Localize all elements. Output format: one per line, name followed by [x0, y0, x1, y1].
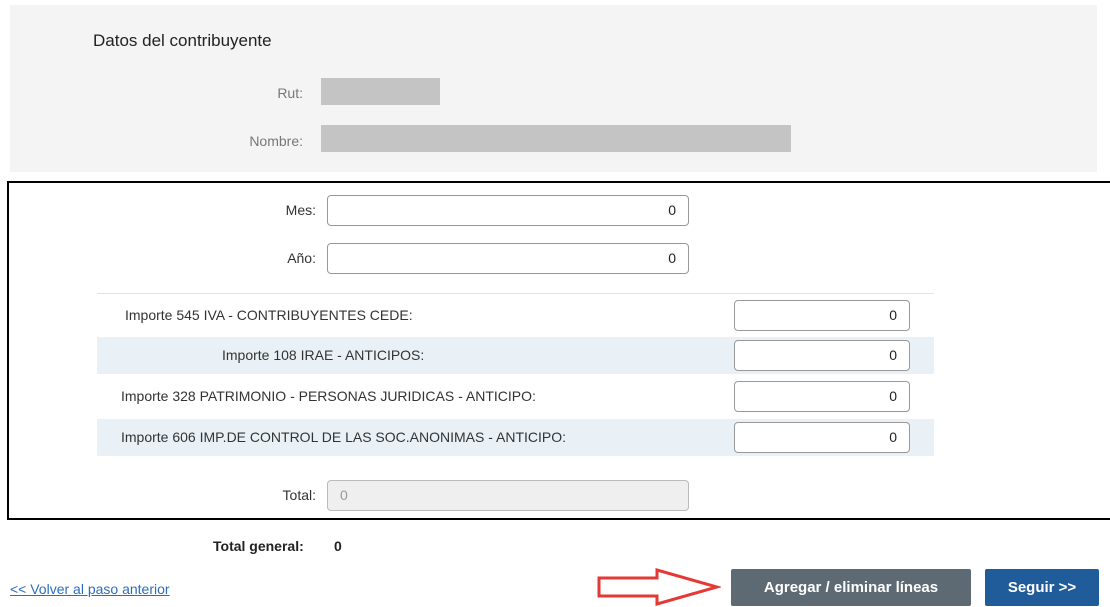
row-label: Importe 328 PATRIMONIO - PERSONAS JURIDI…: [121, 388, 536, 404]
anio-input[interactable]: 0: [327, 243, 689, 274]
total-general-label: Total general:: [213, 538, 304, 554]
rut-value-redacted: [321, 78, 440, 105]
mes-input[interactable]: 0: [327, 195, 689, 226]
nombre-value-redacted: [321, 125, 791, 152]
importe-328-input[interactable]: 0: [734, 381, 910, 412]
row-label: Importe 108 IRAE - ANTICIPOS:: [222, 347, 425, 363]
red-arrow-icon: [597, 568, 721, 606]
row-label: Importe 545 IVA - CONTRIBUYENTES CEDE:: [125, 307, 413, 323]
total-field: 0: [327, 480, 689, 511]
add-remove-lines-button[interactable]: Agregar / eliminar líneas: [731, 569, 971, 606]
total-label: Total:: [282, 487, 316, 503]
next-button[interactable]: Seguir >>: [985, 569, 1099, 606]
importe-108-input[interactable]: 0: [734, 340, 910, 371]
importe-606-input[interactable]: 0: [734, 422, 910, 453]
taxpayer-panel-title: Datos del contribuyente: [93, 31, 272, 50]
table-row: Importe 545 IVA - CONTRIBUYENTES CEDE: 0: [97, 297, 934, 334]
table-row: Importe 606 IMP.DE CONTROL DE LAS SOC.AN…: [97, 419, 934, 456]
anio-label: Año:: [287, 250, 316, 266]
rut-label: Rut:: [277, 85, 303, 101]
mes-label: Mes:: [285, 202, 316, 218]
table-row: Importe 108 IRAE - ANTICIPOS: 0: [97, 337, 934, 374]
row-label: Importe 606 IMP.DE CONTROL DE LAS SOC.AN…: [121, 429, 566, 445]
back-link[interactable]: << Volver al paso anterior: [10, 581, 170, 597]
table-row: Importe 328 PATRIMONIO - PERSONAS JURIDI…: [97, 378, 934, 415]
importe-545-input[interactable]: 0: [734, 300, 910, 331]
form-divider: [97, 293, 934, 294]
total-general-value: 0: [334, 538, 342, 554]
nombre-label: Nombre:: [249, 133, 303, 149]
